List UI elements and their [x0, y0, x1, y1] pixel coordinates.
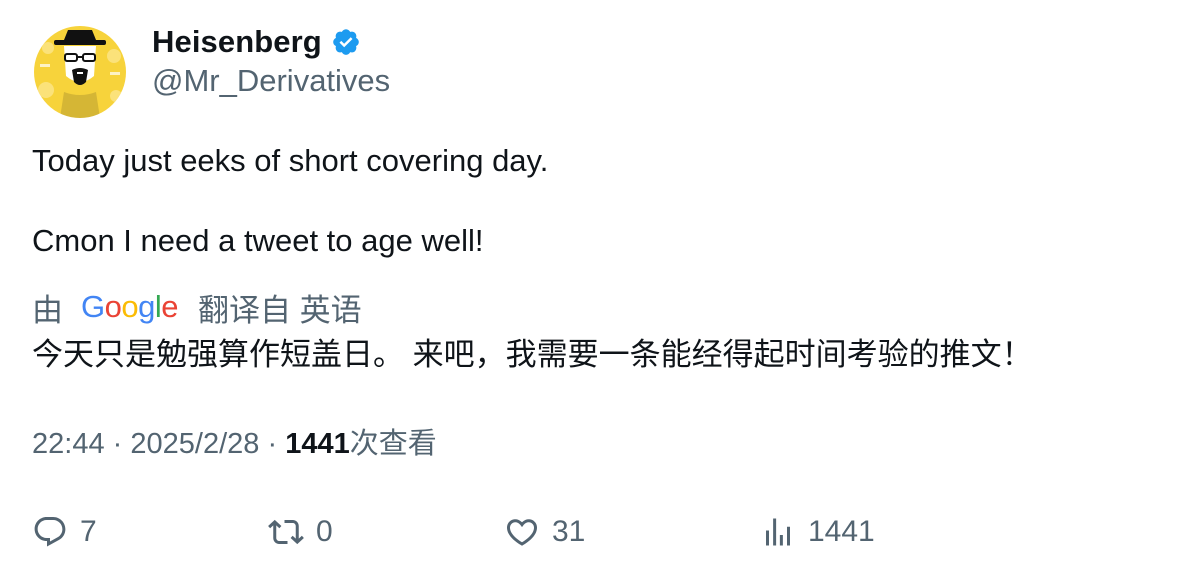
translation-prefix: 由	[32, 292, 63, 328]
meta-separator: ·	[112, 428, 123, 460]
retweet-count: 0	[316, 515, 333, 548]
tweet-text-line-1: Today just eeks of short covering day.	[32, 143, 549, 178]
translated-text: 今天只是勉强算作短盖日。 来吧，我需要一条能经得起时间考验的推文！	[32, 337, 1033, 372]
tweet-date[interactable]: 2025/2/28	[130, 428, 259, 460]
google-logo: Google	[81, 289, 179, 324]
author-name-row[interactable]: Heisenberg	[152, 22, 361, 62]
translation-suffix: 翻译自 英语	[198, 292, 362, 328]
tweet-meta: 22:44 · 2025/2/28 · 1441次查看	[32, 424, 437, 464]
views-count: 1441	[285, 428, 350, 460]
reply-icon	[34, 517, 66, 547]
retweet-icon	[268, 519, 304, 545]
verified-badge-icon[interactable]	[331, 27, 361, 57]
views-label: 次查看	[349, 428, 437, 460]
retweet-button[interactable]: 0	[268, 510, 333, 554]
translation-attribution[interactable]: 由 Google 翻译自 英语	[32, 286, 362, 328]
reply-button[interactable]: 7	[32, 510, 97, 554]
views-action-count: 1441	[808, 515, 875, 548]
avatar[interactable]	[34, 26, 126, 118]
heart-icon	[506, 519, 538, 546]
author-handle[interactable]: @Mr_Derivatives	[152, 62, 390, 100]
analytics-bars-icon	[766, 518, 790, 546]
like-button[interactable]: 31	[504, 510, 585, 554]
heisenberg-avatar-icon	[34, 26, 126, 118]
like-count: 31	[552, 515, 586, 548]
tweet-text-line-2: Cmon I need a tweet to age well!	[32, 223, 484, 258]
display-name[interactable]: Heisenberg	[152, 24, 322, 60]
reply-count: 7	[80, 515, 97, 548]
views-button[interactable]: 1441	[760, 510, 875, 554]
tweet-time[interactable]: 22:44	[32, 428, 105, 460]
meta-separator: ·	[267, 428, 278, 460]
